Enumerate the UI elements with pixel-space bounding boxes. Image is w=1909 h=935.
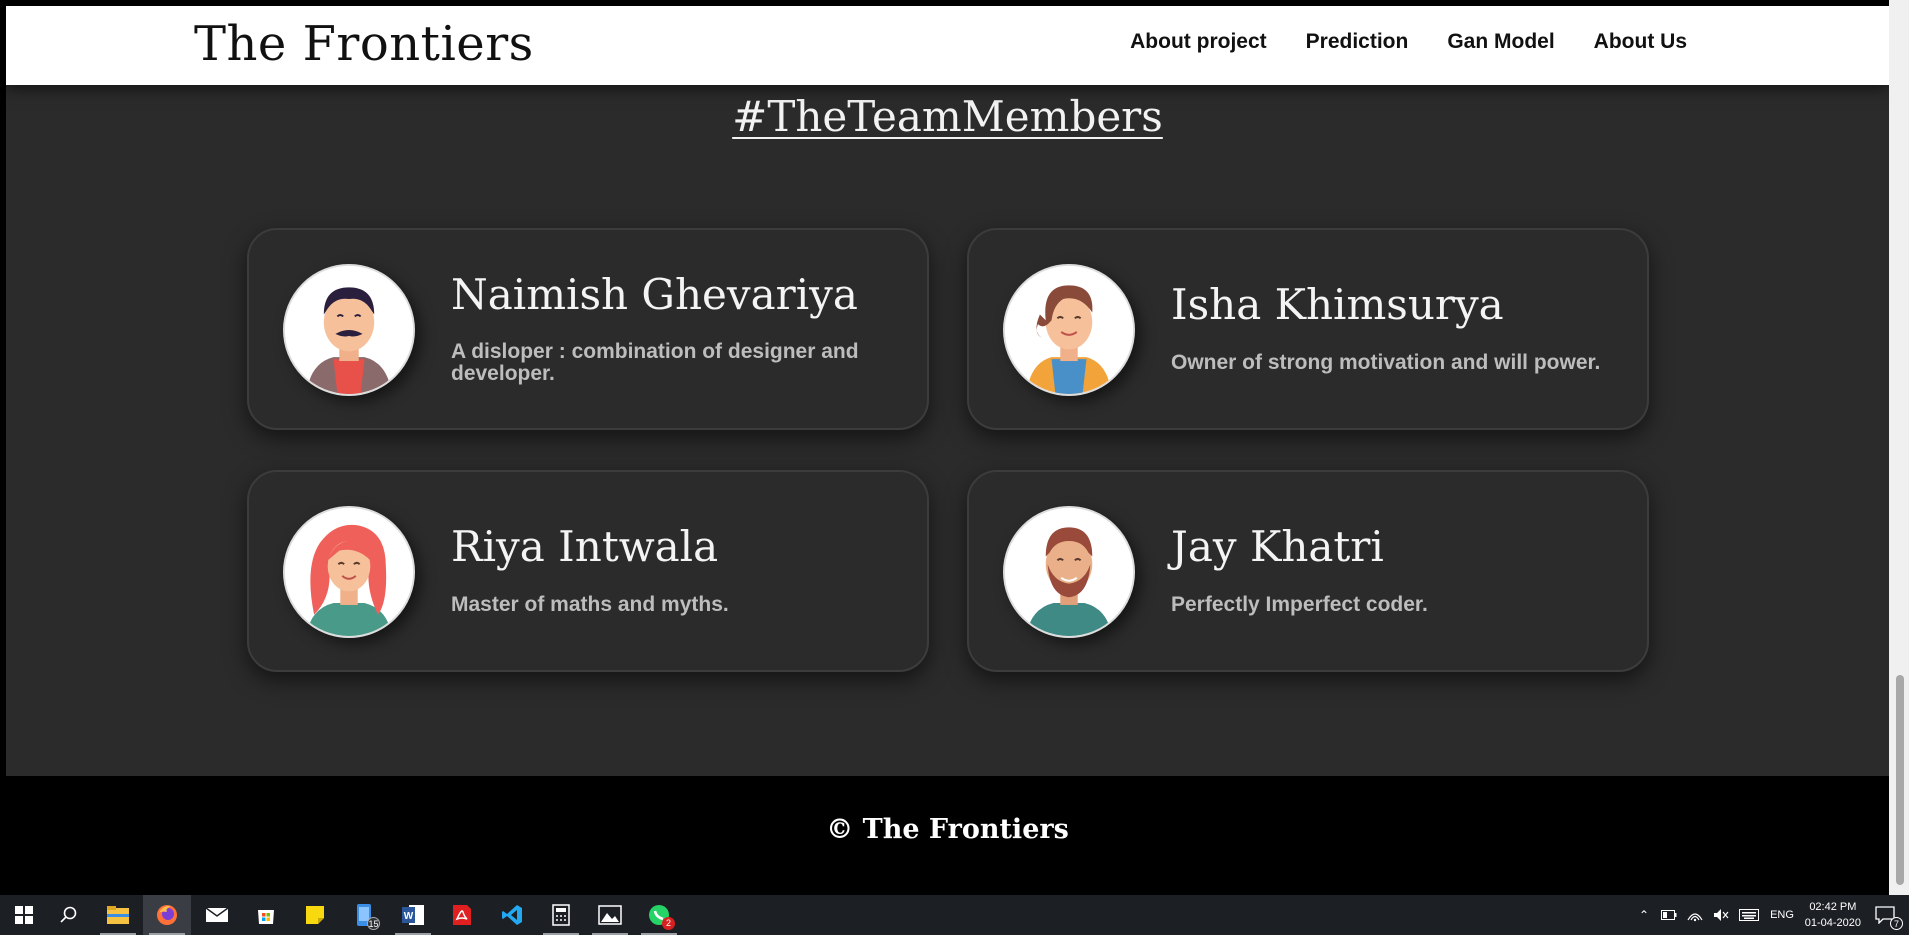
footer: © The Frontiers bbox=[6, 776, 1889, 885]
section-title-text: #TheTeamMembers bbox=[732, 92, 1163, 141]
member-name: Isha Khimsurya bbox=[1171, 280, 1504, 329]
taskbar: 15 W 2 ⌃ ENG 02:42 PM 01-04-2020 7 bbox=[0, 895, 1909, 935]
member-name: Riya Intwala bbox=[451, 522, 719, 571]
start-icon[interactable] bbox=[0, 895, 48, 935]
member-card: Jay Khatri Perfectly Imperfect coder. bbox=[967, 470, 1649, 672]
calculator-icon[interactable] bbox=[537, 895, 585, 935]
whatsapp-icon[interactable]: 2 bbox=[635, 895, 683, 935]
nav-link-about-us[interactable]: About Us bbox=[1594, 30, 1687, 54]
member-card: Naimish Ghevariya A disloper : combinati… bbox=[247, 228, 929, 430]
navbar: The Frontiers About project Prediction G… bbox=[6, 6, 1889, 85]
man-mustache-avatar bbox=[283, 264, 415, 396]
nav-links: About project Prediction Gan Model About… bbox=[1130, 30, 1687, 54]
notification-center-icon[interactable]: 7 bbox=[1861, 895, 1909, 935]
acrobat-icon[interactable] bbox=[438, 895, 486, 935]
whatsapp-badge: 2 bbox=[662, 917, 675, 930]
member-description: Owner of strong motivation and will powe… bbox=[1171, 351, 1601, 374]
show-hidden-icons-icon[interactable]: ⌃ bbox=[1632, 908, 1656, 922]
member-description: Master of maths and myths. bbox=[451, 593, 729, 616]
word-icon[interactable]: W bbox=[389, 895, 437, 935]
clock-date: 01-04-2020 bbox=[1804, 917, 1861, 929]
footer-copyright: © The Frontiers bbox=[826, 814, 1069, 845]
nav-link-gan-model[interactable]: Gan Model bbox=[1447, 30, 1554, 54]
notification-count-badge: 7 bbox=[1890, 917, 1903, 930]
browser-viewport: The Frontiers About project Prediction G… bbox=[6, 6, 1889, 885]
vscode-icon[interactable] bbox=[488, 895, 536, 935]
taskbar-clock[interactable]: 02:42 PM 01-04-2020 bbox=[1805, 899, 1861, 931]
svg-text:W: W bbox=[404, 911, 414, 922]
scrollbar-thumb[interactable] bbox=[1896, 675, 1904, 885]
photos-icon[interactable] bbox=[586, 895, 634, 935]
member-card: Riya Intwala Master of maths and myths. bbox=[247, 470, 929, 672]
clock-time: 02:42 PM bbox=[1809, 901, 1857, 913]
member-description: Perfectly Imperfect coder. bbox=[1171, 593, 1428, 616]
system-tray: ⌃ ENG bbox=[1632, 895, 1800, 935]
keyboard-icon[interactable] bbox=[1734, 909, 1764, 921]
phone-badge: 15 bbox=[367, 917, 380, 930]
phone-icon[interactable]: 15 bbox=[340, 895, 388, 935]
firefox-icon[interactable] bbox=[143, 895, 191, 935]
man-beard-avatar bbox=[1003, 506, 1135, 638]
member-description: A disloper : combination of designer and… bbox=[451, 340, 859, 385]
nav-link-prediction[interactable]: Prediction bbox=[1306, 30, 1409, 54]
battery-icon[interactable] bbox=[1656, 910, 1682, 920]
search-icon[interactable] bbox=[45, 895, 93, 935]
file-explorer-icon[interactable] bbox=[94, 895, 142, 935]
volume-muted-icon[interactable] bbox=[1708, 908, 1734, 922]
nav-link-about-project[interactable]: About project bbox=[1130, 30, 1267, 54]
woman-red-hair-avatar bbox=[283, 506, 415, 638]
wifi-icon[interactable] bbox=[1682, 908, 1708, 922]
store-icon[interactable] bbox=[242, 895, 290, 935]
member-name: Naimish Ghevariya bbox=[451, 270, 858, 319]
brand-logo-text[interactable]: The Frontiers bbox=[194, 16, 534, 72]
language-indicator[interactable]: ENG bbox=[1764, 909, 1800, 921]
woman-brown-hair-avatar bbox=[1003, 264, 1135, 396]
member-name: Jay Khatri bbox=[1171, 522, 1384, 571]
section-title: #TheTeamMembers bbox=[6, 92, 1889, 141]
sticky-notes-icon[interactable] bbox=[291, 895, 339, 935]
mail-icon[interactable] bbox=[193, 895, 241, 935]
member-card: Isha Khimsurya Owner of strong motivatio… bbox=[967, 228, 1649, 430]
